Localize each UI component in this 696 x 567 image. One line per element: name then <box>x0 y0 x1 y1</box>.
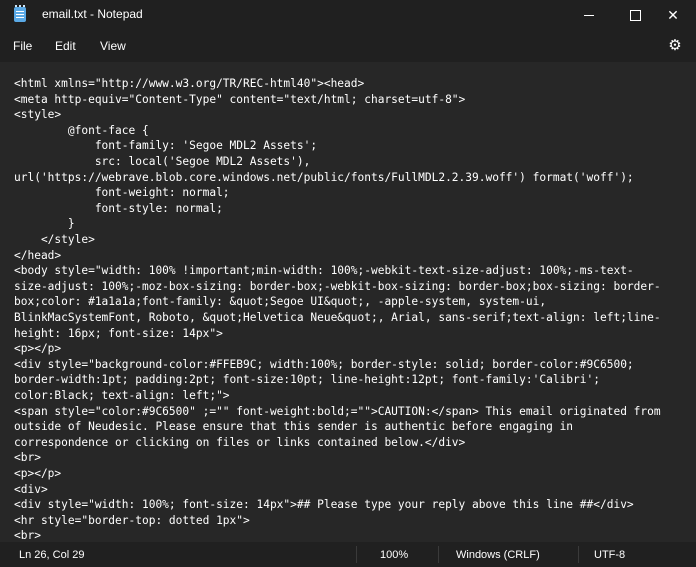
editor-line: font-family: 'Segoe MDL2 Assets'; <box>14 139 318 153</box>
window-title: email.txt - Notepad <box>42 7 143 21</box>
close-button[interactable]: ✕ <box>650 0 696 30</box>
editor-line: outside of Neudesic. Please ensure that … <box>14 420 574 434</box>
gear-icon: ⚙ <box>668 37 682 54</box>
editor-line: <div> <box>14 482 48 496</box>
editor-line: <span style="color:#9C6500" ;="" font-we… <box>14 404 661 418</box>
menu-bar: File Edit View <box>0 30 696 62</box>
editor-line: correspondence or clicking on files or l… <box>14 435 466 449</box>
editor-line: <p></p> <box>14 342 62 356</box>
editor-line: <br> <box>14 451 41 465</box>
editor-line: <body style="width: 100% !important;min-… <box>14 264 634 278</box>
editor-line: color:Black; text-align: left;"> <box>14 389 230 402</box>
editor-line: </style> <box>14 233 95 246</box>
editor-line: font-weight: normal; <box>14 186 230 200</box>
editor-line: } <box>14 217 75 231</box>
editor-line: <p></p> <box>14 467 62 480</box>
status-bar: Ln 26, Col 29 100% Windows (CRLF) UTF-8 <box>0 542 696 567</box>
maximize-icon <box>629 9 641 21</box>
editor-line: url('https://webrave.blob.core.windows.n… <box>14 170 634 184</box>
status-divider <box>578 546 579 563</box>
editor-line: @font-face { <box>14 123 149 137</box>
editor-line: size-adjust: 100%;-moz-box-sizing: borde… <box>14 279 661 293</box>
settings-button[interactable]: ⚙ <box>667 37 683 54</box>
editor-line: font-style: normal; <box>14 201 223 215</box>
status-divider <box>438 546 439 563</box>
minimize-icon <box>584 14 594 16</box>
menu-edit[interactable]: Edit <box>55 39 76 53</box>
editor-line: <div style="background-color:#FFEB9C; wi… <box>14 357 634 371</box>
editor-line: <div style="width: 100%; font-size: 14px… <box>14 498 634 512</box>
editor-line: </head> <box>14 248 62 262</box>
editor-line: src: local('Segoe MDL2 Assets'), <box>14 155 311 168</box>
encoding[interactable]: UTF-8 <box>594 549 625 561</box>
editor-line: box;color: #1a1a1a;font-family: &quot;Se… <box>14 295 547 309</box>
cursor-position[interactable]: Ln 26, Col 29 <box>19 549 84 561</box>
minimize-button[interactable] <box>566 0 612 30</box>
editor-line: <br> <box>14 529 41 542</box>
menu-file[interactable]: File <box>13 39 32 53</box>
editor-line: <meta http-equiv="Content-Type" content=… <box>14 92 466 106</box>
title-bar: email.txt - Notepad ✕ <box>0 0 696 30</box>
editor-line: border-width:1pt; padding:2pt; font-size… <box>14 373 600 387</box>
editor-line: <html xmlns="http://www.w3.org/TR/REC-ht… <box>14 77 365 90</box>
text-editor[interactable]: <html xmlns="http://www.w3.org/TR/REC-ht… <box>0 62 696 542</box>
editor-line: <style> <box>14 108 62 122</box>
line-ending[interactable]: Windows (CRLF) <box>456 549 540 561</box>
editor-line: <hr style="border-top: dotted 1px"> <box>14 513 250 527</box>
menu-view[interactable]: View <box>100 39 126 53</box>
status-divider <box>356 546 357 563</box>
editor-line: BlinkMacSystemFont, Roboto, &quot;Helvet… <box>14 311 661 324</box>
notepad-icon <box>14 5 26 22</box>
close-icon: ✕ <box>667 6 679 23</box>
zoom-level[interactable]: 100% <box>380 549 408 561</box>
editor-line: height: 16px; font-size: 14px"> <box>14 326 223 340</box>
